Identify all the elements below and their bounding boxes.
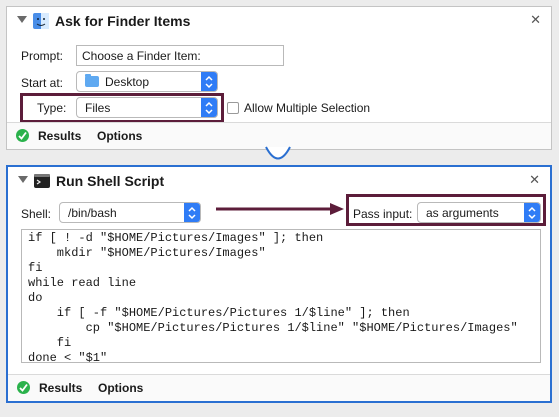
script-line: fi [28, 261, 43, 275]
close-icon[interactable]: ✕ [530, 12, 541, 28]
action-ask-for-finder-items[interactable]: Ask for Finder Items ✕ Prompt: Choose a … [6, 6, 552, 150]
checkmark-success-icon [17, 381, 30, 394]
action-title: Ask for Finder Items [55, 13, 191, 29]
script-line: while read line [28, 276, 137, 290]
pass-input-popup[interactable]: as arguments [417, 202, 541, 223]
chevron-updown-icon [524, 203, 540, 222]
chevron-updown-icon [201, 72, 217, 91]
script-line: if [ ! -d "$HOME/Pictures/Images" ]; the… [28, 231, 324, 245]
script-editor[interactable]: if [ ! -d "$HOME/Pictures/Images" ]; the… [21, 229, 541, 365]
action-run-shell-script[interactable]: Run Shell Script ✕ Shell: /bin/bash Pass… [6, 165, 552, 403]
shell-label: Shell: [21, 207, 52, 221]
start-at-value: Desktop [105, 75, 150, 89]
results-button[interactable]: Results [38, 129, 81, 143]
allow-multiple-checkbox[interactable] [227, 102, 239, 114]
close-icon[interactable]: ✕ [529, 172, 540, 188]
action-header[interactable]: Ask for Finder Items ✕ [7, 7, 551, 35]
type-label: Type: [37, 101, 67, 115]
action-header[interactable]: Run Shell Script ✕ [8, 167, 550, 195]
script-line: done < "$1" [28, 351, 108, 365]
action-footer: Results Options [7, 122, 551, 149]
results-button[interactable]: Results [39, 381, 82, 395]
action-title: Run Shell Script [56, 173, 165, 189]
script-line: mkdir "$HOME/Pictures/Images" [28, 246, 266, 260]
prompt-field[interactable]: Choose a Finder Item: [76, 45, 284, 66]
chevron-updown-icon [201, 98, 217, 117]
checkmark-success-icon [16, 129, 29, 142]
disclosure-triangle-icon[interactable] [17, 16, 27, 23]
pass-input-value: as arguments [426, 206, 499, 220]
finder-icon [33, 13, 49, 29]
folder-icon [85, 74, 99, 87]
shell-popup[interactable]: /bin/bash [59, 202, 201, 223]
workflow-connector-icon [265, 146, 291, 160]
action-footer: Results Options [8, 374, 550, 401]
script-line: if [ -f "$HOME/Pictures/Pictures 1/$line… [28, 306, 410, 320]
shell-value: /bin/bash [68, 206, 117, 220]
type-value: Files [85, 101, 111, 115]
annotation-arrow-icon [216, 203, 344, 215]
terminal-icon [34, 174, 50, 188]
script-line: cp "$HOME/Pictures/Pictures 1/$line" "$H… [28, 321, 518, 335]
options-button[interactable]: Options [98, 381, 143, 395]
start-at-label: Start at: [21, 76, 64, 90]
script-line: do [28, 291, 43, 305]
type-popup[interactable]: Files [76, 97, 218, 118]
allow-multiple-label[interactable]: Allow Multiple Selection [244, 101, 370, 115]
prompt-label: Prompt: [21, 49, 64, 63]
script-line: fi [28, 336, 72, 350]
pass-input-label: Pass input: [353, 207, 413, 221]
chevron-updown-icon [184, 203, 200, 222]
start-at-popup[interactable]: Desktop [76, 71, 218, 92]
options-button[interactable]: Options [97, 129, 142, 143]
disclosure-triangle-icon[interactable] [18, 176, 28, 183]
